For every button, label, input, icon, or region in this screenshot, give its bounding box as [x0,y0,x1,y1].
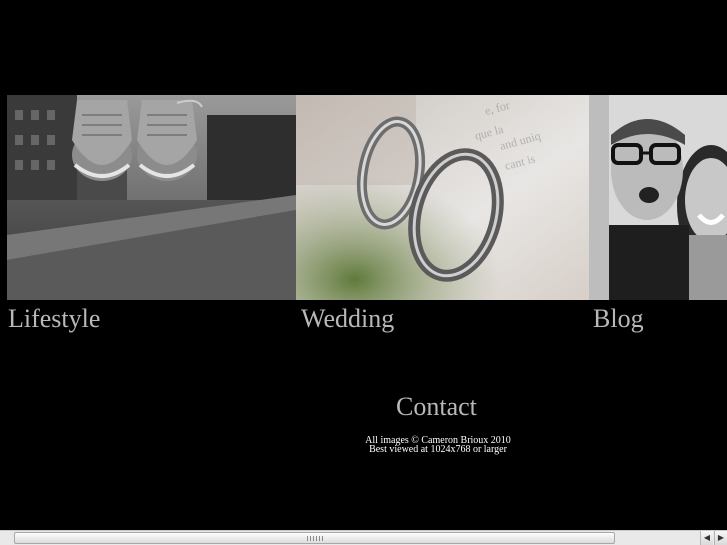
nav-contact-link[interactable]: Contact [396,392,477,422]
blog-photo[interactable] [589,95,727,300]
nav-lifestyle-link[interactable]: Lifestyle [8,304,100,334]
scroll-left-arrow-icon[interactable]: ◀ [700,531,713,545]
scroll-right-arrow-icon[interactable]: ▶ [714,531,727,545]
horizontal-scrollbar[interactable]: ◀ ▶ [0,530,727,545]
scrollbar-thumb[interactable] [14,532,615,544]
wedding-photo[interactable]: e, for que la and uniq cant is [296,95,589,300]
scrollbar-grip-icon [307,536,325,541]
resolution-note: Best viewed at 1024x768 or larger [369,444,507,455]
nav-blog-link[interactable]: Blog [593,304,644,334]
lifestyle-photo[interactable] [7,95,296,300]
photo-gallery: e, for que la and uniq cant is [7,95,727,300]
footer: All images © Cameron Brioux 2010 Best vi… [338,436,538,455]
nav-wedding-link[interactable]: Wedding [301,304,394,334]
